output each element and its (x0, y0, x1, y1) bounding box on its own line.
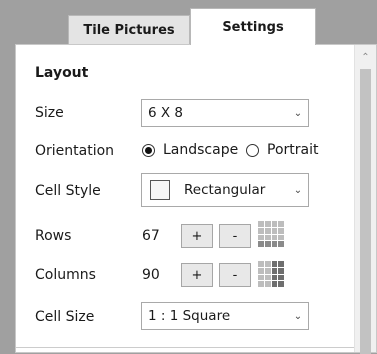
vertical-scrollbar[interactable]: ⌃ (354, 45, 376, 354)
radio-selected-icon (142, 143, 155, 157)
radio-landscape[interactable]: Landscape (142, 142, 238, 158)
tab-settings-label: Settings (222, 19, 284, 35)
rows-label: Rows (35, 228, 72, 244)
size-dropdown[interactable]: 6 X 8 ⌄ (141, 99, 309, 127)
cell-style-label: Cell Style (35, 183, 101, 199)
size-label: Size (35, 105, 64, 121)
section-divider (16, 347, 356, 348)
square-swatch-icon (150, 180, 170, 200)
columns-minus-button[interactable]: - (219, 263, 251, 287)
radio-portrait[interactable]: Portrait (246, 142, 318, 158)
settings-panel: Layout Size 6 X 8 ⌄ Orientation Landscap… (15, 44, 377, 354)
radio-landscape-label: Landscape (163, 142, 239, 158)
size-value: 6 X 8 (148, 105, 184, 121)
radio-portrait-label: Portrait (267, 142, 319, 158)
tab-tile-pictures[interactable]: Tile Pictures (68, 15, 190, 45)
cell-style-value: Rectangular (184, 182, 266, 198)
grid-columns-icon (258, 261, 284, 287)
rows-minus-button[interactable]: - (219, 224, 251, 248)
section-title: Layout (35, 65, 89, 81)
cell-size-label: Cell Size (35, 309, 95, 325)
rows-value: 67 (142, 228, 160, 244)
chevron-down-icon: ⌄ (293, 107, 303, 119)
orientation-label: Orientation (35, 143, 115, 159)
columns-value: 90 (142, 267, 160, 283)
columns-label: Columns (35, 267, 96, 283)
rows-plus-button[interactable]: + (181, 224, 213, 248)
tab-tile-pictures-label: Tile Pictures (83, 23, 175, 38)
cell-size-dropdown[interactable]: 1 : 1 Square ⌄ (141, 302, 309, 330)
chevron-up-icon[interactable]: ⌃ (355, 49, 376, 65)
cell-size-value: 1 : 1 Square (148, 308, 231, 324)
grid-rows-icon (258, 221, 284, 247)
scrollbar-thumb[interactable] (360, 69, 371, 354)
chevron-down-icon: ⌄ (293, 184, 303, 196)
tab-settings[interactable]: Settings (190, 8, 316, 45)
columns-plus-button[interactable]: + (181, 263, 213, 287)
chevron-down-icon: ⌄ (293, 310, 303, 322)
radio-unselected-icon (246, 143, 259, 157)
cell-style-dropdown[interactable]: Rectangular ⌄ (141, 173, 309, 207)
